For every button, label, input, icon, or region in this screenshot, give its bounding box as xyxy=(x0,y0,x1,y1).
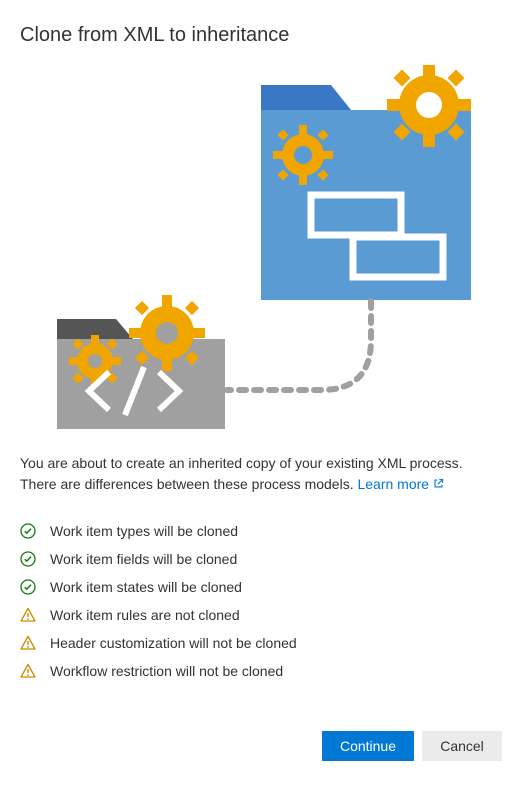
list-item: Work item types will be cloned xyxy=(20,517,502,545)
item-label: Workflow restriction will not be cloned xyxy=(50,663,283,679)
migration-item-list: Work item types will be cloned Work item… xyxy=(20,517,502,685)
check-circle-icon xyxy=(20,551,36,567)
list-item: Work item rules are not cloned xyxy=(20,601,502,629)
cancel-button[interactable]: Cancel xyxy=(422,731,502,761)
clone-illustration xyxy=(31,65,491,435)
dialog-buttons: Continue Cancel xyxy=(20,731,502,761)
item-label: Work item states will be cloned xyxy=(50,579,242,595)
list-item: Header customization will not be cloned xyxy=(20,629,502,657)
warning-triangle-icon xyxy=(20,635,36,651)
warning-triangle-icon xyxy=(20,663,36,679)
check-circle-icon xyxy=(20,579,36,595)
item-label: Work item types will be cloned xyxy=(50,523,238,539)
continue-button[interactable]: Continue xyxy=(322,731,414,761)
learn-more-link[interactable]: Learn more xyxy=(357,476,429,492)
list-item: Workflow restriction will not be cloned xyxy=(20,657,502,685)
list-item: Work item states will be cloned xyxy=(20,573,502,601)
item-label: Work item fields will be cloned xyxy=(50,551,237,567)
clone-dialog: Clone from XML to inheritance xyxy=(0,0,522,785)
external-link-icon xyxy=(433,476,444,494)
item-label: Header customization will not be cloned xyxy=(50,635,297,651)
item-label: Work item rules are not cloned xyxy=(50,607,240,623)
check-circle-icon xyxy=(20,523,36,539)
dialog-title: Clone from XML to inheritance xyxy=(20,24,502,47)
list-item: Work item fields will be cloned xyxy=(20,545,502,573)
warning-triangle-icon xyxy=(20,607,36,623)
dialog-description: You are about to create an inherited cop… xyxy=(20,453,502,495)
